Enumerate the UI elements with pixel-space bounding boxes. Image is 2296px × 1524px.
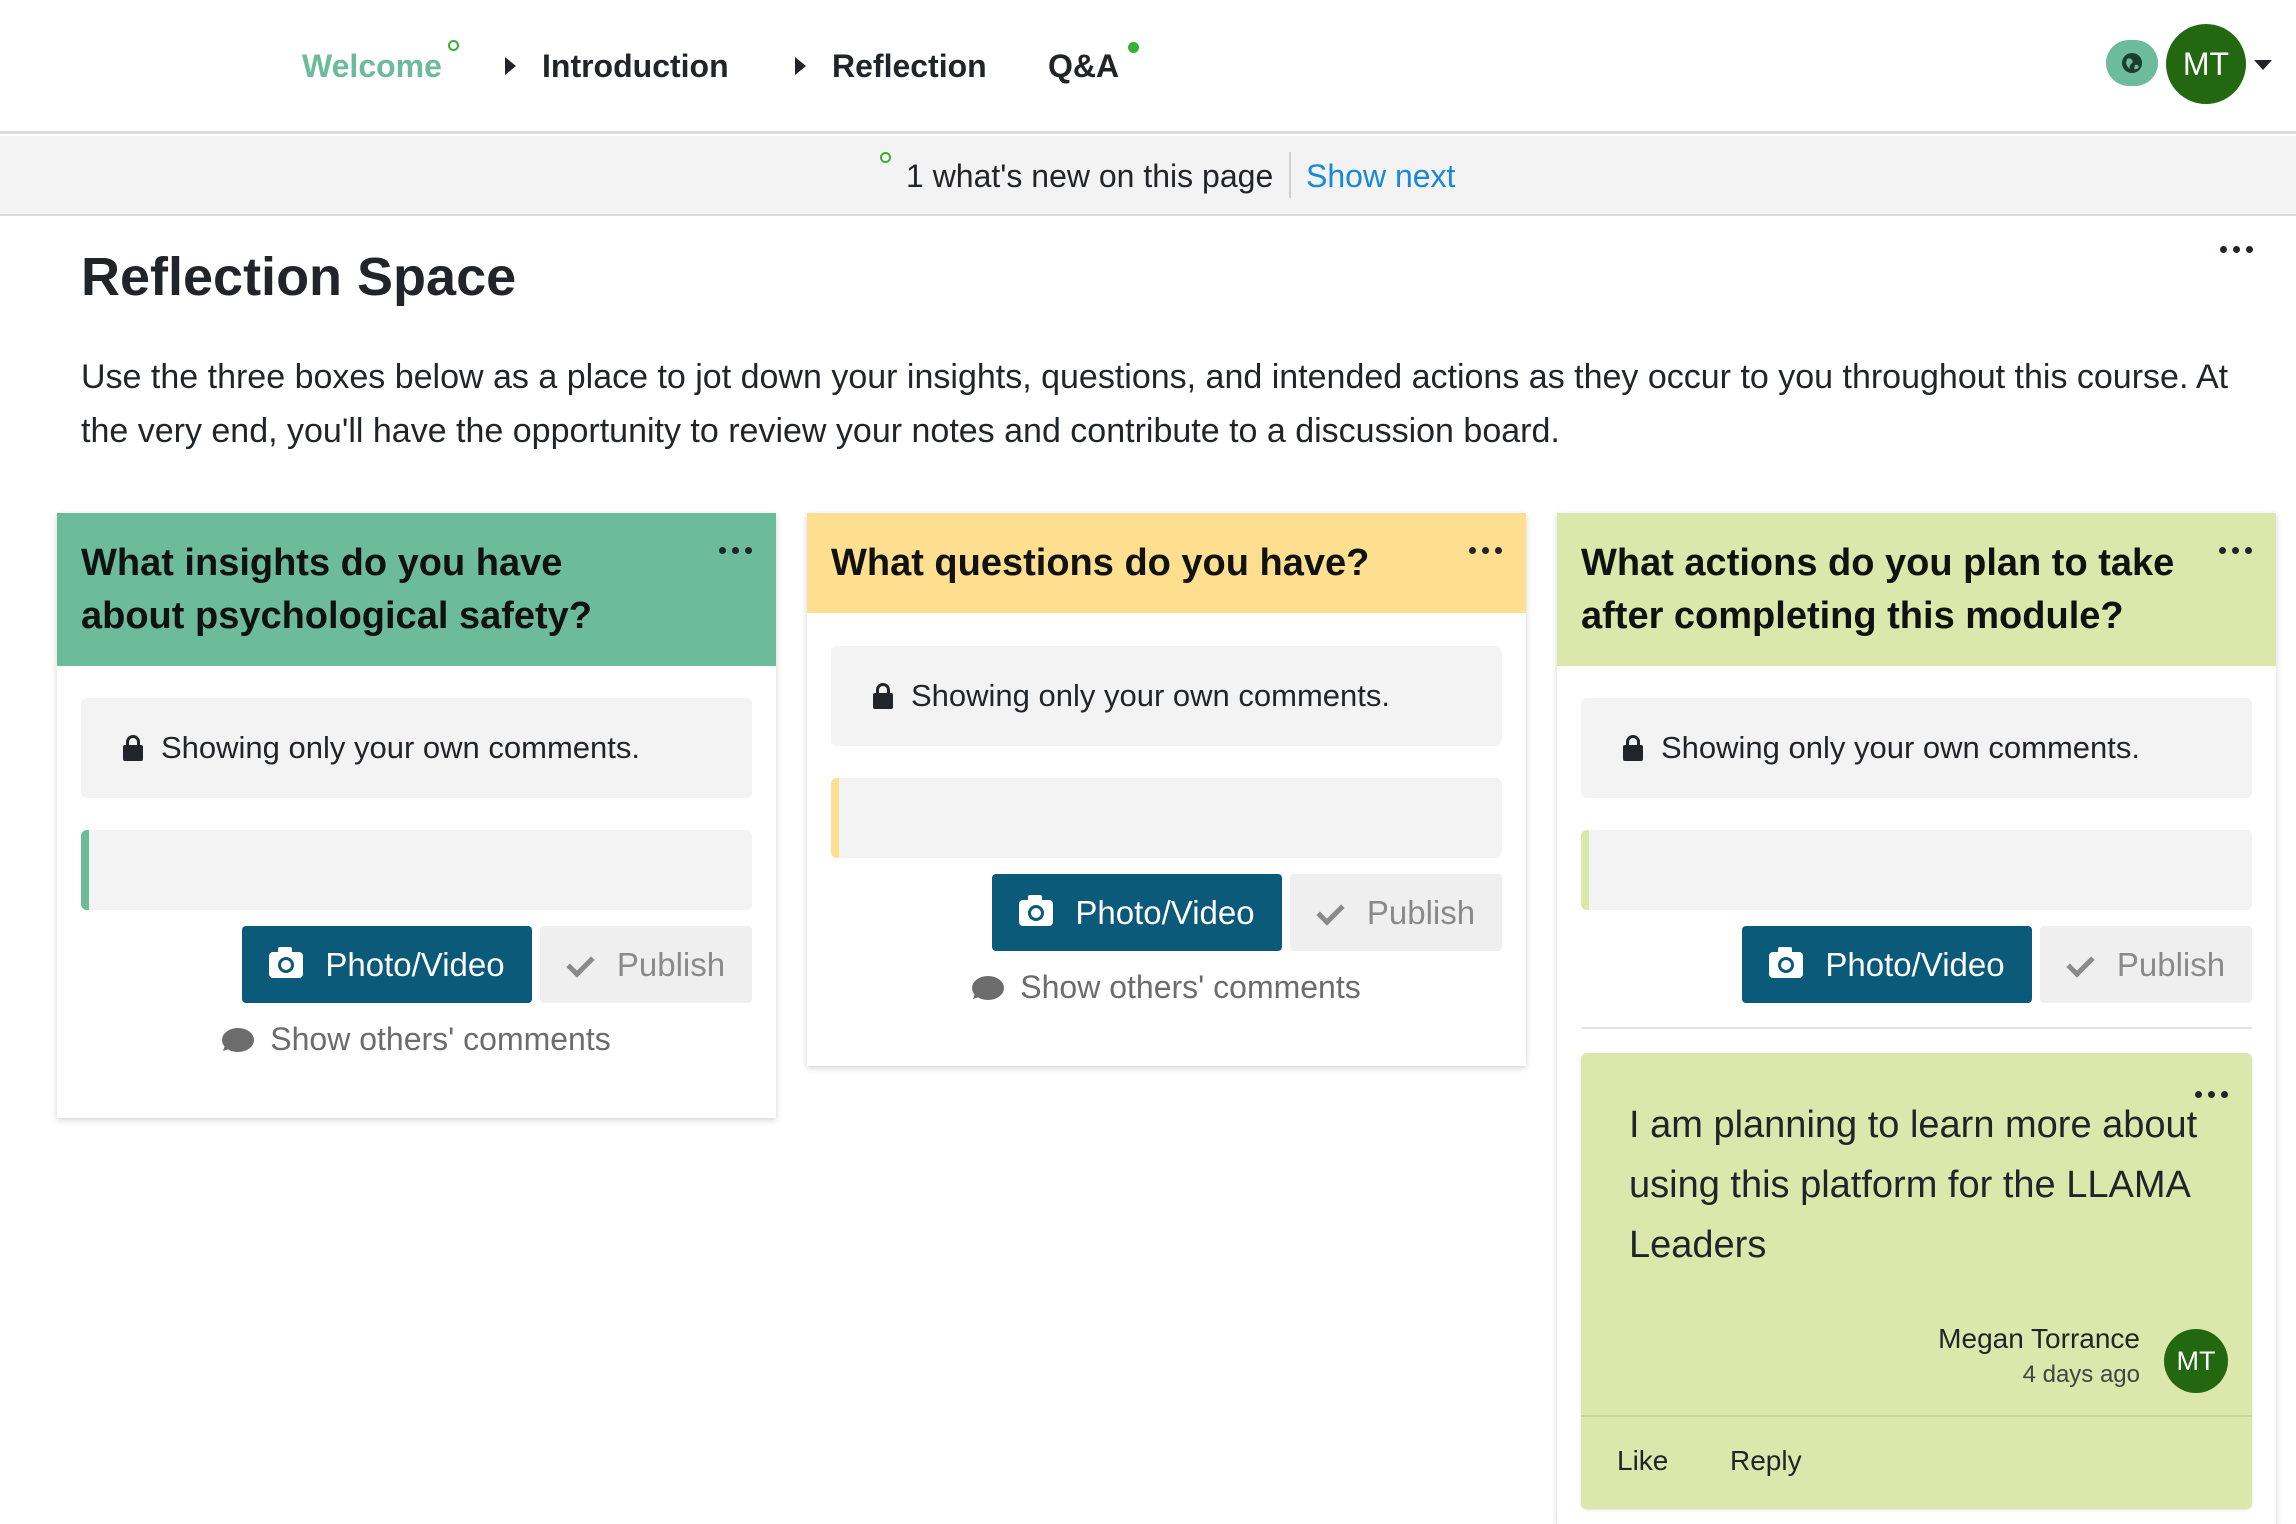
caret-right-icon [505, 57, 516, 75]
reflection-column-actions: What actions do you plan to take after c… [1557, 513, 2276, 1524]
publish-button[interactable]: Publish [1290, 874, 1502, 951]
comment-input[interactable] [81, 830, 752, 910]
globe-icon [2122, 53, 2142, 73]
reply-button[interactable]: Reply [1730, 1445, 1802, 1477]
nav-item-introduction[interactable]: Introduction [542, 44, 729, 88]
comment-input[interactable] [831, 778, 1502, 858]
show-others-comments-label: Show others' comments [270, 1021, 611, 1057]
more-options-icon[interactable] [719, 547, 752, 554]
comment-card: I am planning to learn more about using … [1581, 1053, 2252, 1509]
check-icon [1317, 899, 1345, 927]
lock-icon [1623, 735, 1643, 761]
nav-item-qa[interactable]: Q&A [1048, 44, 1119, 88]
page-description: Use the three boxes below as a place to … [81, 358, 2229, 450]
publish-button[interactable]: Publish [540, 926, 752, 1003]
divider [1581, 1027, 2252, 1029]
publish-button[interactable]: Publish [2040, 926, 2252, 1003]
column-header: What questions do you have? [807, 513, 1526, 613]
comment-text: I am planning to learn more about using … [1629, 1104, 2198, 1266]
lock-icon [873, 683, 893, 709]
caret-right-icon [795, 57, 806, 75]
more-options-icon[interactable] [2219, 547, 2252, 554]
privacy-notice: Showing only your own comments. [831, 646, 1502, 746]
avatar[interactable]: MT [2164, 1329, 2228, 1393]
privacy-notice: Showing only your own comments. [81, 698, 752, 798]
language-button[interactable] [2106, 40, 2158, 86]
new-indicator-dot [880, 152, 891, 163]
user-avatar[interactable]: MT [2166, 24, 2246, 104]
privacy-notice-text: Showing only your own comments. [1661, 730, 2141, 765]
new-indicator-dot [1128, 42, 1139, 53]
photo-video-label: Photo/Video [1075, 893, 1255, 931]
page-title: Reflection Space [81, 247, 517, 307]
new-indicator-dot [448, 40, 459, 51]
reflection-column-questions: What questions do you have? Showing only… [807, 513, 1526, 1066]
chevron-down-icon[interactable] [2254, 60, 2272, 70]
publish-label: Publish [616, 945, 726, 983]
divider [1581, 1415, 2252, 1417]
comment-input[interactable] [1581, 830, 2252, 910]
whats-new-bar: 1 what's new on this page Show next [0, 136, 2296, 216]
privacy-notice-text: Showing only your own comments. [161, 730, 641, 765]
show-others-comments-link[interactable]: Show others' comments [807, 969, 1526, 1006]
check-icon [567, 951, 595, 979]
page-more-options-icon[interactable] [2220, 246, 2253, 253]
publish-label: Publish [1366, 893, 1476, 931]
nav-item-reflection[interactable]: Reflection [832, 44, 987, 88]
publish-label: Publish [2116, 945, 2226, 983]
show-others-comments-link[interactable]: Show others' comments [57, 1021, 776, 1058]
column-header: What actions do you plan to take after c… [1557, 513, 2276, 666]
whats-new-text: 1 what's new on this page [906, 158, 1274, 194]
lock-icon [123, 735, 143, 761]
comment-author[interactable]: Megan Torrance [1938, 1323, 2140, 1355]
photo-video-button[interactable]: Photo/Video [1742, 926, 2032, 1003]
photo-video-button[interactable]: Photo/Video [992, 874, 1282, 951]
top-navigation: Welcome Introduction Reflection Q&A MT [0, 0, 2296, 134]
show-others-comments-label: Show others' comments [1020, 969, 1361, 1005]
comment-timestamp: 4 days ago [2022, 1361, 2140, 1388]
nav-item-welcome[interactable]: Welcome [302, 44, 442, 88]
like-button[interactable]: Like [1617, 1445, 1668, 1477]
comment-bubble-icon [222, 1027, 255, 1052]
divider [1289, 152, 1291, 198]
column-title: What insights do you have about psycholo… [81, 542, 592, 637]
column-header: What insights do you have about psycholo… [57, 513, 776, 666]
camera-icon [1769, 946, 1804, 978]
column-title: What actions do you plan to take after c… [1581, 542, 2175, 637]
reflection-column-insights: What insights do you have about psycholo… [57, 513, 776, 1118]
camera-icon [269, 946, 304, 978]
photo-video-button[interactable]: Photo/Video [242, 926, 532, 1003]
more-options-icon[interactable] [1469, 547, 1502, 554]
photo-video-label: Photo/Video [1825, 945, 2005, 983]
camera-icon [1019, 894, 1054, 926]
privacy-notice: Showing only your own comments. [1581, 698, 2252, 798]
comment-bubble-icon [972, 975, 1005, 1000]
privacy-notice-text: Showing only your own comments. [911, 678, 1391, 713]
check-icon [2067, 951, 2095, 979]
column-title: What questions do you have? [831, 542, 1370, 584]
show-next-link[interactable]: Show next [1306, 156, 1455, 196]
photo-video-label: Photo/Video [325, 945, 505, 983]
